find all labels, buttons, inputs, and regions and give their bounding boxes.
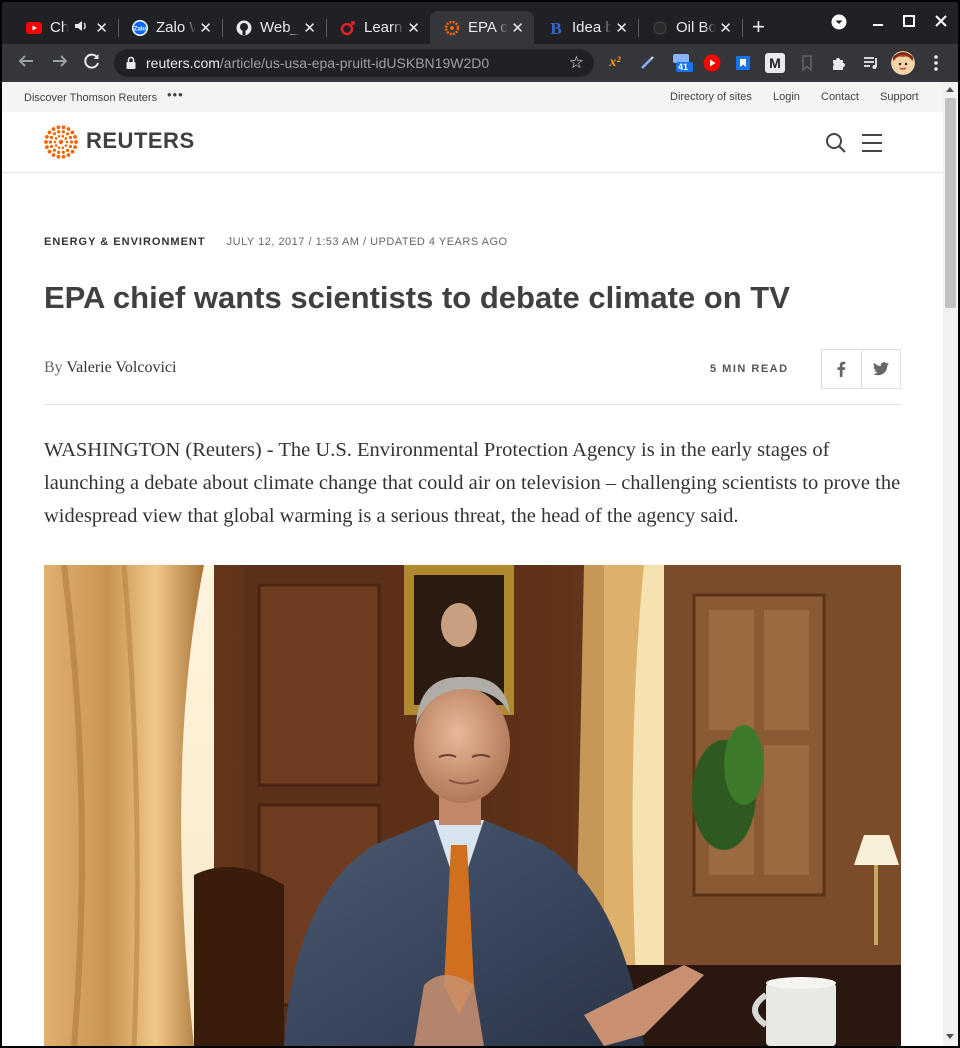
read-time: 5 MIN READ (710, 363, 789, 375)
utility-bar: Discover Thomson Reuters ••• Directory o… (2, 82, 943, 112)
b-icon: B (548, 20, 564, 36)
forward-button[interactable] (50, 52, 70, 72)
browser-menu-icon[interactable] (926, 53, 946, 73)
svg-text:Zalo: Zalo (134, 26, 147, 32)
extension-badge-count: 41 (678, 62, 689, 72)
tab-title: EPA chief (468, 19, 508, 36)
profile-avatar[interactable] (891, 51, 915, 75)
close-tab-icon[interactable]: ✕ (615, 19, 628, 37)
contact-link[interactable]: Contact (821, 91, 859, 103)
facebook-share-button[interactable] (822, 350, 861, 388)
scrollbar-thumb[interactable] (945, 98, 956, 308)
url-path: /article/us-usa-epa-pruitt-idUSKBN19W2D0 (219, 55, 490, 71)
twitter-share-button[interactable] (860, 350, 900, 388)
new-tab-button[interactable]: + (752, 16, 765, 38)
article-photo[interactable] (44, 565, 901, 1046)
tab-search-button[interactable] (831, 14, 847, 35)
category-link[interactable]: ENERGY & ENVIRONMENT (44, 236, 206, 248)
tab-github[interactable]: Web_ ✕ (222, 11, 327, 44)
tab-title: Zalo Web (156, 19, 196, 36)
tab-idea[interactable]: B Idea b ✕ (534, 11, 639, 44)
scroll-up-arrow-icon[interactable] (946, 87, 954, 92)
back-button[interactable] (16, 52, 36, 72)
github-icon (236, 20, 252, 36)
learn-icon (340, 20, 356, 36)
discover-link[interactable]: Discover Thomson Reuters (24, 92, 157, 104)
browser-toolbar: reuters.com/article/us-usa-epa-pruitt-id… (2, 44, 958, 82)
tab-title: Oil Bo (676, 19, 716, 36)
zalo-icon: Zalo (132, 19, 148, 36)
close-tab-icon[interactable]: ✕ (199, 19, 212, 37)
article-meta: ENERGY & ENVIRONMENT JULY 12, 2017 / 1:5… (44, 236, 508, 248)
pen-extension-icon[interactable] (637, 53, 657, 73)
oil-icon (652, 20, 668, 36)
tab-reuters[interactable]: EPA chief ✕ (430, 11, 534, 44)
tab-learn[interactable]: Learn ✕ (326, 11, 430, 44)
divider (44, 404, 901, 405)
close-tab-icon[interactable]: ✕ (95, 19, 108, 37)
reload-button[interactable] (82, 52, 102, 72)
tab-title: Learn (364, 19, 403, 36)
minimize-button[interactable] (871, 14, 885, 33)
extensions-puzzle-icon[interactable] (829, 53, 849, 73)
lock-icon[interactable] (126, 56, 136, 69)
article-headline: EPA chief wants scientists to debate cli… (44, 280, 790, 315)
share-buttons (821, 349, 901, 389)
login-link[interactable]: Login (773, 91, 800, 103)
tab-title: Idea b (572, 19, 612, 36)
directory-link[interactable]: Directory of sites (670, 91, 752, 103)
tab-strip: Ch ✕ Zalo Zalo Web ✕ Web_ ✕ (2, 2, 958, 44)
tab-separator (742, 19, 743, 37)
bookmark-extension-icon[interactable] (733, 53, 753, 73)
search-icon[interactable] (825, 132, 847, 159)
twitter-icon (872, 362, 889, 376)
scroll-down-arrow-icon[interactable] (946, 1034, 954, 1039)
close-tab-icon[interactable]: ✕ (511, 19, 524, 37)
logo-text[interactable]: REUTERS (86, 128, 195, 154)
browser-window: Ch ✕ Zalo Zalo Web ✕ Web_ ✕ (0, 0, 960, 1048)
svg-text:B: B (550, 20, 561, 36)
calendar-extension-icon[interactable]: 41 (670, 53, 694, 73)
more-dots-icon[interactable]: ••• (167, 87, 184, 102)
ribbon-extension-icon[interactable] (797, 53, 817, 73)
address-bar[interactable]: reuters.com/article/us-usa-epa-pruitt-id… (114, 49, 594, 77)
site-header: REUTERS (2, 112, 943, 173)
superscript-extension-icon[interactable]: x² (605, 53, 625, 73)
url-domain: reuters.com (146, 55, 220, 71)
reuters-logo-icon[interactable] (44, 125, 78, 159)
author-link[interactable]: Valerie Volcovici (66, 359, 176, 376)
tab-title: Web_ (260, 19, 299, 36)
media-queue-icon[interactable] (861, 53, 881, 73)
byline: By Valerie Volcovici (44, 359, 176, 377)
url-text: reuters.com/article/us-usa-epa-pruitt-id… (146, 55, 489, 71)
youtube-icon (26, 20, 42, 36)
tab-oil[interactable]: Oil Bo ✕ (638, 11, 743, 44)
tab-zalo[interactable]: Zalo Zalo Web ✕ (118, 11, 223, 44)
hamburger-menu-icon[interactable] (862, 134, 882, 158)
facebook-icon (837, 361, 846, 377)
page-viewport: Discover Thomson Reuters ••• Directory o… (2, 82, 943, 1046)
tab-youtube[interactable]: Ch ✕ (12, 11, 119, 44)
photo-illustration (44, 565, 901, 1046)
support-link[interactable]: Support (880, 91, 919, 103)
close-tab-icon[interactable]: ✕ (719, 19, 732, 37)
maximize-button[interactable] (902, 14, 916, 33)
close-window-button[interactable] (934, 14, 948, 33)
speaker-icon[interactable] (74, 19, 88, 36)
byline-prefix: By (44, 359, 63, 376)
article-date: JULY 12, 2017 / 1:53 AM / UPDATED 4 YEAR… (226, 236, 508, 248)
tab-title: Ch (50, 19, 68, 36)
close-tab-icon[interactable]: ✕ (303, 19, 316, 37)
m-extension-icon[interactable]: M (765, 53, 785, 73)
article-lede: WASHINGTON (Reuters) - The U.S. Environm… (44, 439, 901, 527)
bookmark-star-icon[interactable]: ☆ (569, 53, 584, 73)
close-tab-icon[interactable]: ✕ (407, 19, 420, 37)
reuters-icon (444, 20, 460, 36)
youtube-extension-icon[interactable] (702, 53, 722, 73)
page-scrollbar[interactable] (943, 82, 958, 1046)
